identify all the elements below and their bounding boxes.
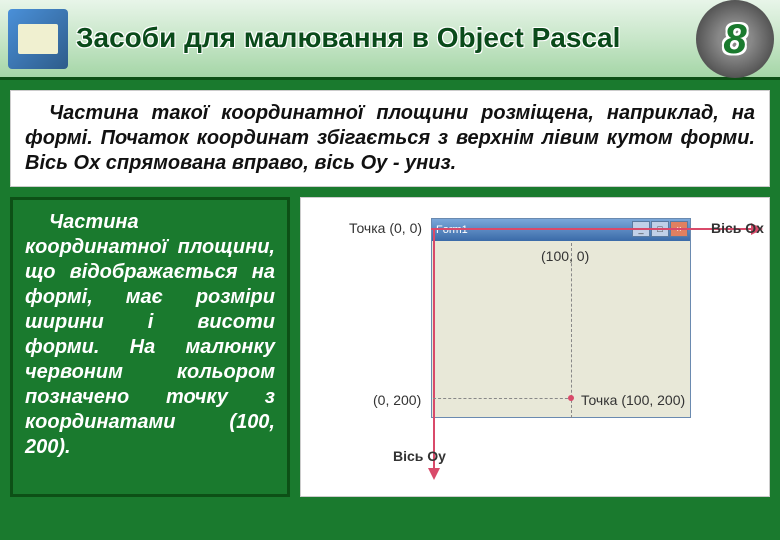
- highlighted-point: [568, 395, 574, 401]
- y200-label: (0, 200): [373, 392, 421, 408]
- paragraph-2: Частина координатної площини, що відобра…: [10, 197, 290, 497]
- origin-label: Точка (0, 0): [349, 220, 422, 236]
- computer-icon: [8, 9, 68, 69]
- lower-section: Частина координатної площини, що відобра…: [10, 197, 770, 497]
- paragraph-2-text: Частина координатної площини, що відобра…: [25, 211, 275, 458]
- axis-y-label: Вісь Oy: [393, 448, 446, 464]
- slide-number-badge: 8: [696, 0, 774, 78]
- slide-number: 8: [723, 15, 746, 63]
- coordinate-diagram: Form1 _ □ × Точка (0, 0) (100, 0) (0, 20…: [300, 197, 770, 497]
- guide-line-horizontal: [433, 398, 573, 399]
- x100-label: (100, 0): [541, 248, 589, 264]
- window-title-text: Form1: [436, 224, 468, 236]
- window-titlebar: Form1 _ □ ×: [432, 219, 690, 241]
- slide-header: Засоби для малювання в Object Pascal 8: [0, 0, 780, 80]
- y-axis-arrow: [433, 228, 435, 478]
- guide-line-vertical: [571, 243, 572, 418]
- slide-title: Засоби для малювання в Object Pascal: [68, 22, 696, 54]
- point-label: Точка (100, 200): [581, 392, 685, 408]
- paragraph-1-text: Частина такої координатної площини розмі…: [25, 102, 755, 174]
- paragraph-1: Частина такої координатної площини розмі…: [10, 90, 770, 187]
- axis-x-label: Вісь Ox: [711, 220, 764, 236]
